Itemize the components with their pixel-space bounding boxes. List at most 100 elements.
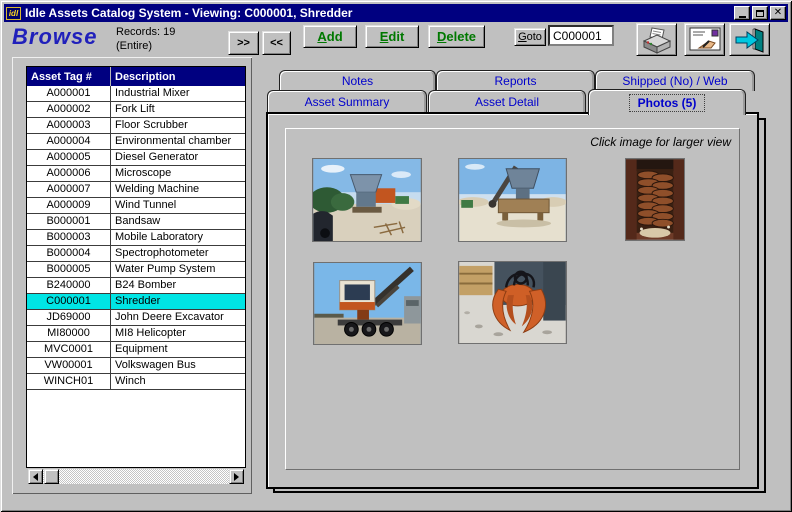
asset-tag-cell: B000004 (27, 246, 111, 261)
mail-report-button[interactable] (684, 23, 725, 56)
photo-hint-text: Click image for larger view (590, 135, 731, 149)
description-cell: B24 Bomber (115, 279, 177, 291)
description-cell: Volkswagen Bus (115, 359, 196, 371)
description-cell: Microscope (115, 167, 172, 179)
photos-content-panel: Click image for larger view (285, 128, 740, 470)
photo-thumbnail-5[interactable] (458, 261, 567, 344)
maximize-button[interactable] (752, 6, 768, 20)
description-cell: Spectrophotometer (115, 247, 209, 259)
scroll-left-button[interactable] (28, 469, 43, 484)
table-row[interactable]: B000001 Bandsaw (27, 214, 245, 230)
asset-tag-cell: MVC0001 (27, 342, 111, 357)
asset-table-header: Asset Tag # Description (27, 67, 245, 86)
title-bar: idl Idle Assets Catalog System - Viewing… (4, 4, 788, 22)
asset-table: Asset Tag # Description A000001 Industria… (26, 66, 246, 468)
edit-button[interactable]: Edit (365, 25, 419, 48)
asset-tag-cell: JD69000 (27, 310, 111, 325)
tab-notes[interactable]: Notes (279, 70, 436, 91)
goto-input[interactable] (548, 25, 614, 46)
asset-tag-cell: WINCH01 (27, 374, 111, 389)
table-row[interactable]: WINCH01 Winch (27, 374, 245, 390)
goto-button[interactable]: Goto (514, 28, 546, 46)
description-cell: Mobile Laboratory (115, 231, 204, 243)
tab-reports-label: Reports (494, 74, 537, 88)
scrollbar-track[interactable] (43, 469, 229, 484)
table-row[interactable]: B000003 Mobile Laboratory (27, 230, 245, 246)
photo-thumbnail-2[interactable] (458, 158, 567, 242)
description-cell: Shredder (115, 295, 161, 307)
add-button-label: Add (317, 29, 343, 44)
asset-tag-cell: A000003 (27, 118, 111, 133)
table-row[interactable]: B240000 B24 Bomber (27, 278, 245, 294)
tab-photos[interactable]: Photos (5) (588, 89, 746, 115)
table-row[interactable]: JD69000 John Deere Excavator (27, 310, 245, 326)
table-row[interactable]: MI80000 MI8 Helicopter (27, 326, 245, 342)
tab-asset-detail[interactable]: Asset Detail (428, 90, 586, 112)
horizontal-scrollbar[interactable] (28, 469, 244, 484)
mail-report-icon (689, 26, 721, 54)
asset-tag-cell: A000002 (27, 102, 111, 117)
asset-tag-cell: B000005 (27, 262, 111, 277)
description-cell: Floor Scrubber (115, 119, 188, 131)
browse-mode-label: Browse (12, 24, 98, 49)
table-row[interactable]: VW00001 Volkswagen Bus (27, 358, 245, 374)
app-window: idl Idle Assets Catalog System - Viewing… (0, 0, 792, 512)
tab-notes-label: Notes (341, 74, 374, 88)
print-icon (641, 26, 673, 54)
table-row[interactable]: A000007 Welding Machine (27, 182, 245, 198)
tab-shipped-web-label: Shipped (No) / Web (622, 74, 728, 88)
table-row[interactable]: B000004 Spectrophotometer (27, 246, 245, 262)
description-cell: Winch (115, 375, 146, 387)
asset-list-panel: Asset Tag # Description A000001 Industria… (12, 57, 252, 494)
asset-tag-cell: A000006 (27, 166, 111, 181)
table-row[interactable]: A000004 Environmental chamber (27, 134, 245, 150)
record-count: Records: 19 (Entire) (116, 25, 175, 53)
table-row[interactable]: A000003 Floor Scrubber (27, 118, 245, 134)
description-cell: Environmental chamber (115, 135, 232, 147)
asset-tag-cell: B000003 (27, 230, 111, 245)
delete-button[interactable]: Delete (428, 25, 485, 48)
table-row[interactable]: A000002 Fork Lift (27, 102, 245, 118)
table-row[interactable]: A000005 Diesel Generator (27, 150, 245, 166)
description-cell: Diesel Generator (115, 151, 199, 163)
table-row[interactable]: MVC0001 Equipment (27, 342, 245, 358)
description-cell: MI8 Helicopter (115, 327, 186, 339)
asset-tag-cell: A000005 (27, 150, 111, 165)
add-button[interactable]: Add (303, 25, 357, 48)
asset-tag-cell: A000009 (27, 198, 111, 213)
asset-tag-cell: A000004 (27, 134, 111, 149)
photo-thumbnail-1[interactable] (312, 158, 422, 242)
minimize-icon (738, 15, 746, 18)
asset-tag-cell: C000001 (27, 294, 111, 309)
record-count-line2: (Entire) (116, 40, 153, 52)
photo-thumbnail-4[interactable] (313, 262, 422, 345)
table-row[interactable]: B000005 Water Pump System (27, 262, 245, 278)
description-cell: John Deere Excavator (115, 311, 224, 323)
exit-button[interactable] (729, 23, 770, 56)
table-row[interactable]: A000009 Wind Tunnel (27, 198, 245, 214)
goto-button-label: Goto (518, 31, 542, 43)
table-row[interactable]: A000006 Microscope (27, 166, 245, 182)
previous-record-button[interactable]: << (262, 31, 291, 55)
scrollbar-thumb[interactable] (44, 469, 59, 484)
tab-asset-summary[interactable]: Asset Summary (267, 90, 427, 112)
scroll-right-button[interactable] (229, 469, 244, 484)
photos-tab-page: Click image for larger view (266, 112, 759, 489)
photo-thumbnail-3[interactable] (625, 158, 685, 241)
next-record-button[interactable]: >> (228, 31, 259, 55)
close-button[interactable]: ✕ (770, 6, 786, 20)
tab-shipped-web[interactable]: Shipped (No) / Web (595, 70, 755, 91)
exit-icon (734, 26, 766, 54)
tab-reports[interactable]: Reports (436, 70, 595, 91)
asset-tag-cell: A000007 (27, 182, 111, 197)
table-row[interactable]: A000001 Industrial Mixer (27, 86, 245, 102)
tab-asset-detail-label: Asset Detail (474, 94, 540, 109)
minimize-button[interactable] (734, 6, 750, 20)
print-button[interactable] (636, 23, 677, 56)
next-record-label: >> (237, 37, 250, 49)
column-header-description: Description (115, 70, 176, 83)
table-row[interactable]: C000001 Shredder (27, 294, 245, 310)
asset-table-rows: A000001 Industrial Mixer A000002 Fork Lift A… (27, 86, 245, 390)
description-cell: Wind Tunnel (115, 199, 177, 211)
delete-button-label: Delete (436, 29, 477, 44)
